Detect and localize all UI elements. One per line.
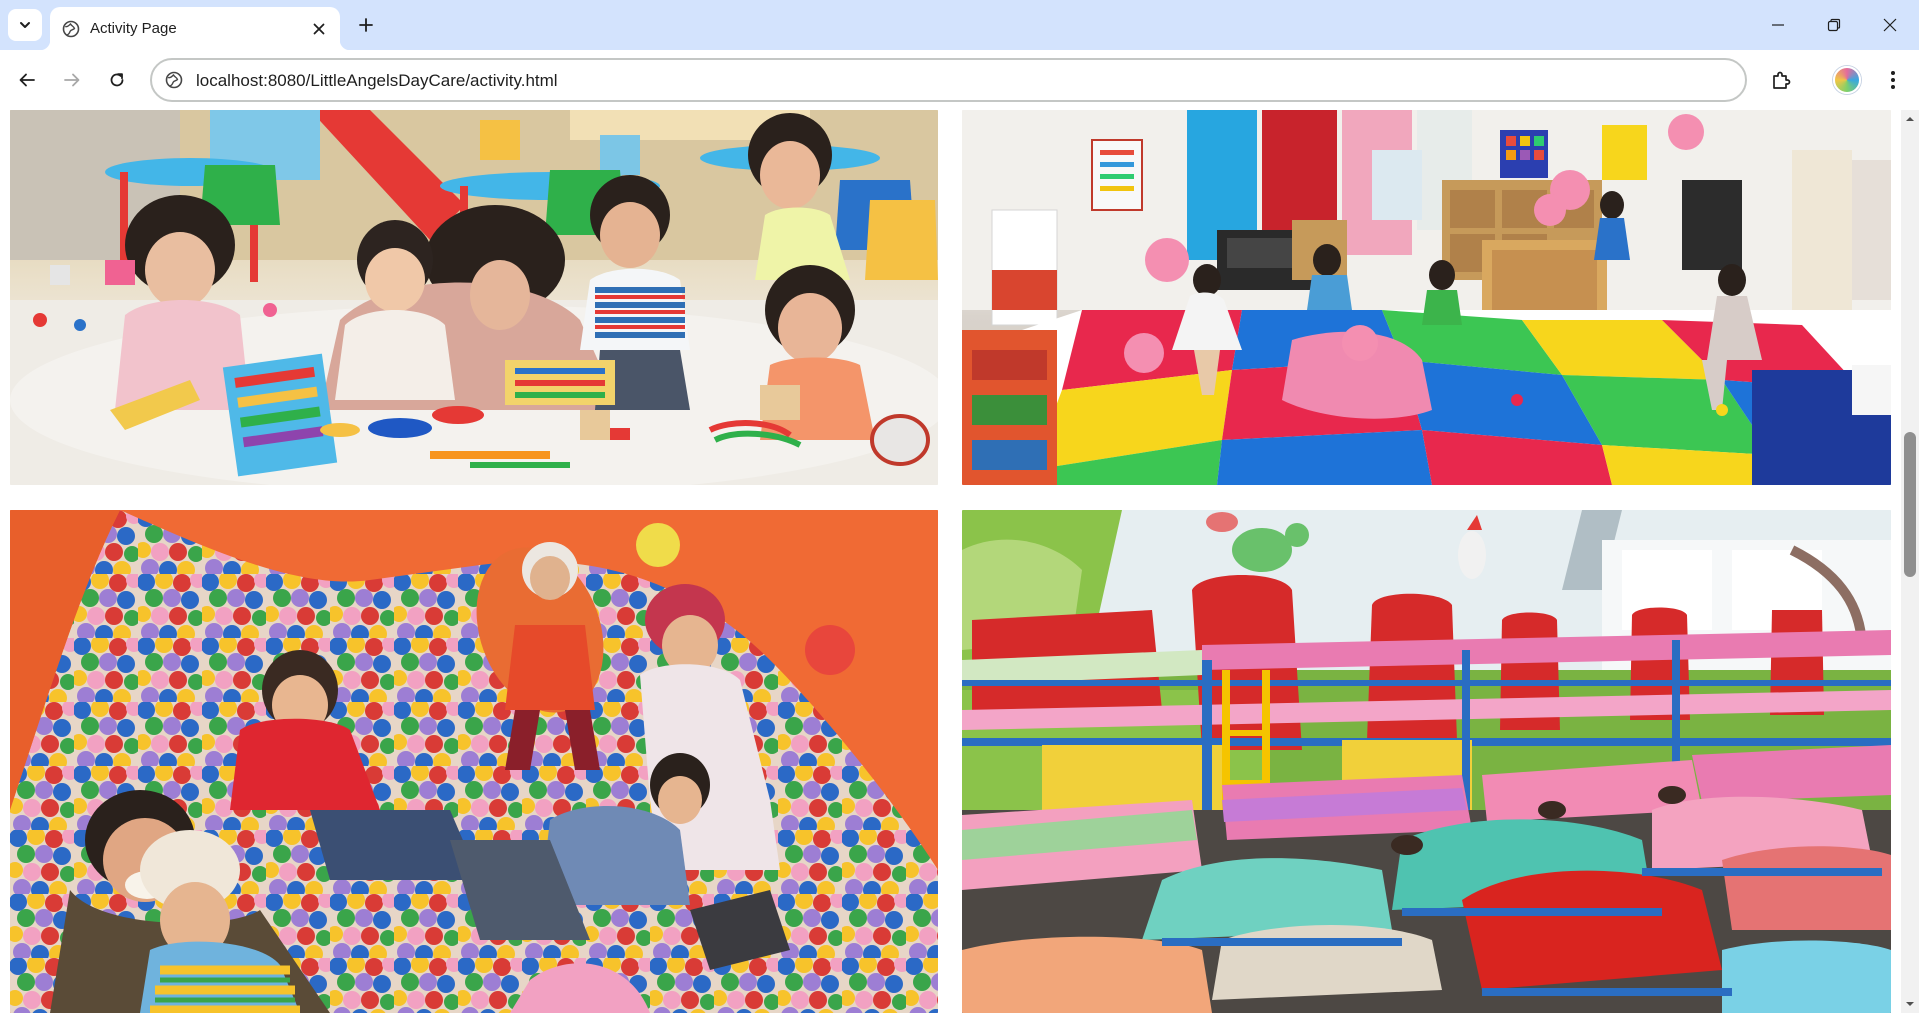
gallery-image-playroom-mats xyxy=(962,110,1891,485)
ball-pit-photo xyxy=(10,510,938,1013)
address-bar[interactable]: localhost:8080/LittleAngelsDayCare/activ… xyxy=(150,58,1747,102)
tab-close-button[interactable] xyxy=(308,18,330,40)
restore-icon xyxy=(1827,18,1841,32)
reload-button[interactable] xyxy=(100,63,134,97)
close-window-button[interactable] xyxy=(1862,0,1918,50)
page-viewport xyxy=(0,110,1901,1013)
globe-icon xyxy=(62,20,80,38)
url-text: localhost:8080/LittleAngelsDayCare/activ… xyxy=(196,71,558,90)
plus-icon xyxy=(359,18,373,32)
scroll-thumb[interactable] xyxy=(1904,432,1916,577)
gallery-image-nap-room xyxy=(962,510,1891,1013)
avatar xyxy=(1833,66,1861,94)
extensions-button[interactable] xyxy=(1764,63,1798,97)
scroll-up-button[interactable] xyxy=(1905,114,1915,124)
close-icon xyxy=(313,23,325,35)
tab-search-button[interactable] xyxy=(8,9,42,41)
page-scrollbar[interactable] xyxy=(1901,110,1919,1013)
kebab-menu-icon xyxy=(1891,71,1895,89)
playroom-mats-photo xyxy=(962,110,1891,485)
browser-menu-button[interactable] xyxy=(1876,63,1910,97)
arrow-right-icon xyxy=(64,73,80,87)
arrow-left-icon xyxy=(19,73,35,87)
minimize-icon xyxy=(1772,24,1784,26)
active-tab[interactable]: Activity Page xyxy=(40,7,350,50)
reload-icon xyxy=(110,73,124,87)
site-info-icon xyxy=(165,71,183,89)
tab-strip: Activity Page xyxy=(0,0,1919,50)
arrow-down-icon xyxy=(1906,1002,1914,1006)
chevron-down-icon xyxy=(20,22,30,28)
restore-button[interactable] xyxy=(1806,0,1862,50)
minimize-button[interactable] xyxy=(1750,0,1806,50)
back-button[interactable] xyxy=(10,63,44,97)
forward-button[interactable] xyxy=(55,63,89,97)
gallery-image-classroom-play xyxy=(10,110,938,485)
browser-toolbar: localhost:8080/LittleAngelsDayCare/activ… xyxy=(0,50,1919,110)
profile-button[interactable] xyxy=(1830,63,1864,97)
nap-room-photo xyxy=(962,510,1891,1013)
puzzle-icon xyxy=(1773,71,1791,89)
gallery-image-ball-pit xyxy=(10,510,938,1013)
scroll-down-button[interactable] xyxy=(1905,999,1915,1009)
tab-title: Activity Page xyxy=(90,20,177,37)
close-icon xyxy=(1883,18,1897,32)
arrow-up-icon xyxy=(1906,117,1914,121)
classroom-play-photo xyxy=(10,110,938,485)
new-tab-button[interactable] xyxy=(352,11,380,39)
